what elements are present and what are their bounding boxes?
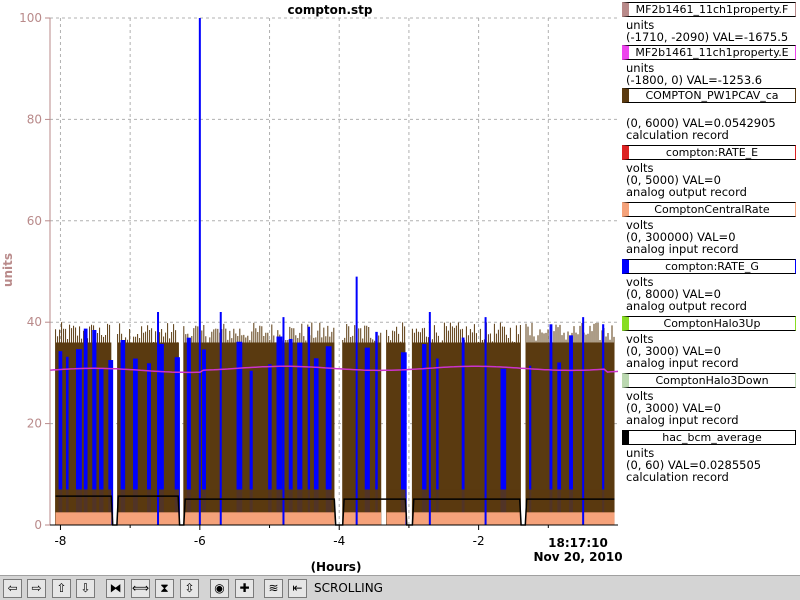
legend-range: (-1800, 0) VAL=-1253.6 bbox=[626, 73, 763, 87]
trace-floor bbox=[386, 512, 406, 525]
trace-floor bbox=[342, 512, 382, 525]
scroll-mode-button[interactable]: ≋ bbox=[264, 579, 283, 598]
legend-pv-name[interactable]: MF2b1461_11ch1property.F bbox=[622, 2, 796, 17]
y-axis-label: units bbox=[1, 253, 15, 287]
x-tick-label: -4 bbox=[333, 534, 345, 548]
trace-floor bbox=[183, 512, 335, 525]
plot-traces bbox=[49, 18, 619, 526]
toolbar: ⇦ ⇨ ⇧ ⇩ ⧓ ⟺ ⧗ ⇳ ◉ ✚ ≋ ⇤ SCROLLING bbox=[0, 575, 800, 600]
y-tick-label: 40 bbox=[27, 315, 42, 329]
pan-right-button[interactable]: ⇨ bbox=[27, 579, 46, 598]
legend-pv-name[interactable]: compton:RATE_G bbox=[622, 259, 796, 274]
chart-title: compton.stp bbox=[287, 3, 372, 17]
pan-left-button[interactable]: ⇦ bbox=[3, 579, 22, 598]
zoom-out-x-button[interactable]: ⟺ bbox=[131, 579, 150, 598]
legend-pv-name[interactable]: compton:RATE_E bbox=[622, 145, 796, 160]
stop-icon: ◉ bbox=[214, 581, 225, 595]
trace-floor bbox=[412, 512, 521, 525]
arrow-up-icon: ⇧ bbox=[56, 581, 67, 595]
legend-panel: MF2b1461_11ch1property.F units (-1710, -20… bbox=[620, 0, 800, 575]
arrow-right-icon: ⇨ bbox=[31, 581, 42, 595]
add-button[interactable]: ✚ bbox=[235, 579, 254, 598]
zoom-out-x-icon: ⟺ bbox=[132, 581, 150, 595]
legend-record-type: analog output record bbox=[626, 299, 747, 313]
y-tick-label: 20 bbox=[27, 417, 42, 431]
legend-range: (-1710, -2090) VAL=-1675.5 bbox=[626, 30, 789, 44]
arrow-down-icon: ⇩ bbox=[80, 581, 91, 595]
x-tick-label: -6 bbox=[194, 534, 206, 548]
legend-pv-name[interactable]: ComptonCentralRate bbox=[622, 202, 796, 217]
trace-floor bbox=[526, 512, 615, 525]
trace-floor bbox=[117, 512, 179, 525]
date-label: Nov 20, 2010 bbox=[533, 550, 622, 564]
legend-record-type: analog input record bbox=[626, 242, 739, 256]
legend-record-type: calculation record bbox=[626, 470, 729, 484]
y-tick-label: 80 bbox=[27, 112, 42, 126]
legend-pv-name[interactable]: COMPTON_PW1PCAV_ca bbox=[622, 88, 796, 103]
scroll-status: SCROLLING bbox=[314, 581, 383, 595]
x-tick-label: -2 bbox=[473, 534, 485, 548]
legend-pv-name[interactable]: MF2b1461_11ch1property.E bbox=[622, 45, 796, 60]
pan-up-button[interactable]: ⇧ bbox=[52, 579, 71, 598]
zoom-in-x-button[interactable]: ⧓ bbox=[106, 579, 125, 598]
x-axis-label: (Hours) bbox=[311, 560, 362, 574]
legend-record-type: analog input record bbox=[626, 356, 739, 370]
y-tick-label: 0 bbox=[34, 518, 42, 532]
stop-button[interactable]: ◉ bbox=[210, 579, 229, 598]
scroll-icon: ≋ bbox=[268, 581, 279, 595]
time-label: 18:17:10 bbox=[548, 536, 608, 550]
plus-icon: ✚ bbox=[239, 581, 250, 595]
legend-pv-name[interactable]: hac_bcm_average bbox=[622, 430, 796, 445]
zoom-in-y-icon: ⧗ bbox=[160, 581, 169, 595]
zoom-in-x-icon: ⧓ bbox=[109, 581, 122, 595]
legend-record-type: analog output record bbox=[626, 185, 747, 199]
x-tick-label: -8 bbox=[54, 534, 66, 548]
y-tick-label: 100 bbox=[19, 11, 42, 25]
legend-pv-name[interactable]: ComptonHalo3Up bbox=[622, 316, 796, 331]
trace-floor bbox=[55, 512, 112, 525]
y-tick-label: 60 bbox=[27, 214, 42, 228]
legend-record-type: analog input record bbox=[626, 413, 739, 427]
zoom-out-y-icon: ⇳ bbox=[184, 581, 195, 595]
pan-down-button[interactable]: ⇩ bbox=[76, 579, 95, 598]
jump-end-button[interactable]: ⇤ bbox=[288, 579, 307, 598]
legend-pv-name[interactable]: ComptonHalo3Down bbox=[622, 373, 796, 388]
legend-record-type: calculation record bbox=[626, 128, 729, 142]
zoom-in-y-button[interactable]: ⧗ bbox=[155, 579, 174, 598]
jump-end-icon: ⇤ bbox=[292, 581, 303, 595]
zoom-out-y-button[interactable]: ⇳ bbox=[180, 579, 199, 598]
arrow-left-icon: ⇦ bbox=[7, 581, 18, 595]
